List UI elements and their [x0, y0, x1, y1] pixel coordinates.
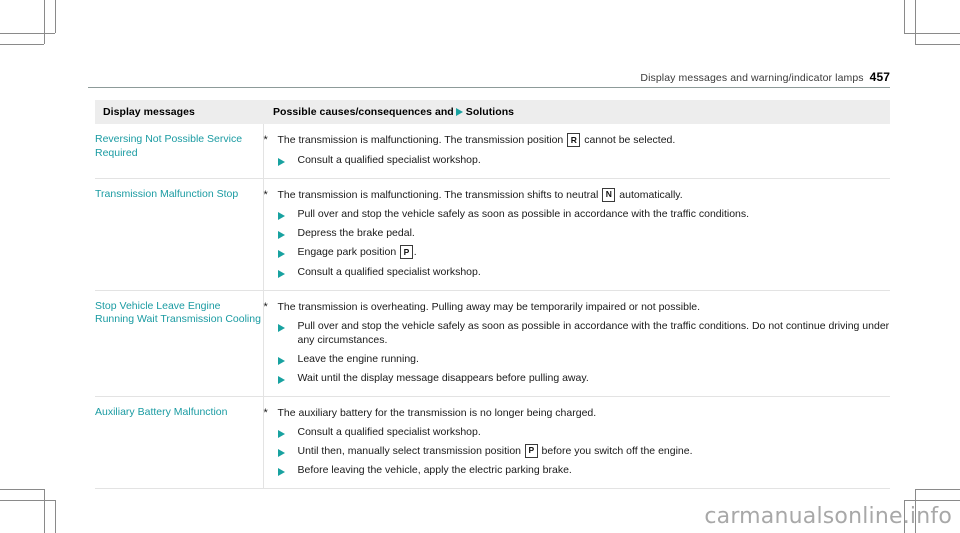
running-head-title: Display messages and warning/indicator l… [640, 72, 864, 84]
display-message-cell: Auxiliary Battery Malfunction [95, 395, 264, 488]
cause-line: * The transmission is overheating. Pullin… [264, 300, 891, 314]
cause-text: The auxiliary battery for the transmissi… [277, 406, 597, 419]
display-message-cell: Stop Vehicle Leave Engine Running Wait T… [95, 289, 264, 396]
solution-triangle-icon [277, 425, 298, 439]
transmission-position-badge: P [524, 443, 538, 458]
solution-text: Leave the engine running. [297, 352, 419, 365]
column-header-solutions-text: Solutions [465, 106, 515, 118]
transmission-position-badge: R [567, 133, 581, 147]
table-row: Reversing Not Possible Service Required *… [95, 124, 890, 178]
solution-triangle-icon [277, 352, 298, 366]
crop-mark-top-left-horizontal [0, 44, 44, 45]
display-message-text: Reversing Not Possible Service Required [95, 133, 243, 159]
display-message-cell: Reversing Not Possible Service Required [95, 124, 264, 178]
display-message-cell: Transmission Malfunction Stop [95, 177, 264, 290]
table-row: Auxiliary Battery Malfunction * The auxili… [95, 395, 891, 488]
header-rule [88, 87, 890, 88]
display-message-text: Stop Vehicle Leave Engine Running Wait T… [95, 299, 261, 326]
causes-solutions-cell: * The transmission is malfunctioning. The… [263, 177, 891, 290]
solution-line: Leave the engine running. [264, 352, 891, 366]
cause-text: The transmission is malfunctioning. The … [277, 133, 676, 147]
crop-mark-bottom-left-horizontal [0, 489, 44, 490]
column-header-causes-text: Possible causes/consequences and [273, 106, 454, 118]
solution-line: Consult a qualified specialist workshop. [264, 265, 891, 279]
crop-mark-bottom-right-horizontal [915, 489, 960, 490]
solution-line: Pull over and stop the vehicle safely as… [264, 207, 891, 221]
solution-text: Pull over and stop the vehicle safely as… [297, 319, 890, 346]
table-body: Reversing Not Possible Service Required *… [95, 124, 890, 488]
table-row: Stop Vehicle Leave Engine Running Wait T… [95, 289, 891, 396]
solution-line: Consult a qualified specialist workshop. [264, 153, 891, 167]
table-bottom-rule [95, 488, 890, 489]
cause-asterisk-marker: * [263, 134, 268, 146]
solution-text: Consult a qualified specialist workshop. [297, 265, 481, 278]
solution-triangle-icon [277, 207, 298, 221]
running-head: Display messages and warning/indicator l… [88, 70, 890, 84]
crop-mark-top-right-horizontal [915, 44, 960, 45]
solution-triangle-icon [277, 463, 298, 477]
solution-triangle-icon [277, 153, 298, 167]
solution-line: Depress the brake pedal. [264, 226, 891, 240]
transmission-position-badge: N [602, 187, 616, 202]
column-header-causes-solutions: Possible causes/consequences and Solution… [263, 100, 890, 124]
solution-triangle-icon [277, 226, 298, 240]
solution-triangle-icon [277, 444, 298, 459]
table-header-row: Display messages Possible causes/consequ… [95, 100, 890, 124]
crop-mark-bottom-left-inner-horizontal [0, 500, 55, 501]
solution-triangle-icon [455, 108, 463, 116]
crop-mark-bottom-left-inner-vertical [55, 500, 56, 533]
cause-asterisk-marker: * [263, 300, 268, 313]
table-row: Transmission Malfunction Stop * The transm… [95, 177, 891, 290]
causes-solutions-cell: * The transmission is overheating. Pullin… [263, 289, 891, 396]
solution-text: Depress the brake pedal. [297, 227, 415, 239]
page-number: 457 [869, 70, 890, 84]
solution-text: Wait until the display message disappear… [297, 371, 589, 384]
crop-mark-bottom-left-vertical [44, 489, 45, 533]
cause-text: The transmission is malfunctioning. The … [277, 187, 683, 202]
cause-line: * The transmission is malfunctioning. The… [263, 187, 891, 203]
crop-mark-top-left-inner-vertical [55, 0, 56, 33]
display-messages-table: Display messages Possible causes/consequ… [95, 100, 890, 488]
solution-text: Until then, manually select transmission… [297, 443, 693, 458]
solution-text: Before leaving the vehicle, apply the el… [297, 464, 572, 476]
solution-text: Engage park position P. [297, 245, 417, 259]
solution-line: Until then, manually select transmission… [264, 443, 891, 459]
watermark: carmanualsonline.info [704, 504, 952, 529]
solution-text: Pull over and stop the vehicle safely as… [297, 208, 750, 220]
solution-triangle-icon [277, 245, 298, 260]
solution-triangle-icon [277, 265, 298, 279]
solution-line: Pull over and stop the vehicle safely as… [264, 319, 891, 347]
solution-line: Consult a qualified specialist workshop. [264, 425, 891, 439]
crop-mark-bottom-right-inner-horizontal [904, 500, 960, 501]
solution-line: Wait until the display message disappear… [264, 371, 891, 385]
display-message-text: Auxiliary Battery Malfunction [95, 405, 228, 418]
crop-mark-top-right-inner-vertical [904, 0, 905, 33]
causes-solutions-cell: * The transmission is malfunctioning. The… [263, 124, 890, 178]
crop-mark-top-right-vertical [915, 0, 916, 44]
cause-text: The transmission is overheating. Pulling… [277, 300, 701, 313]
solution-line: Before leaving the vehicle, apply the el… [264, 463, 891, 477]
cause-line: * The transmission is malfunctioning. The… [264, 133, 891, 148]
display-message-text: Transmission Malfunction Stop [95, 187, 239, 200]
cause-asterisk-marker: * [263, 188, 268, 201]
solution-triangle-icon [277, 371, 298, 385]
transmission-position-badge: P [400, 245, 413, 259]
crop-mark-top-left-vertical [44, 0, 45, 44]
causes-solutions-cell: * The auxiliary battery for the transmiss… [263, 395, 891, 488]
column-header-display-messages: Display messages [95, 100, 263, 124]
crop-mark-top-right-inner-horizontal [904, 33, 960, 34]
cause-asterisk-marker: * [263, 406, 268, 419]
crop-mark-top-left-inner-horizontal [0, 33, 55, 34]
solution-text: Consult a qualified specialist workshop. [297, 153, 481, 166]
solution-triangle-icon [277, 319, 298, 347]
solution-text: Consult a qualified specialist workshop. [297, 425, 481, 438]
cause-line: * The auxiliary battery for the transmiss… [264, 406, 891, 420]
solution-line: Engage park position P. [264, 245, 891, 260]
